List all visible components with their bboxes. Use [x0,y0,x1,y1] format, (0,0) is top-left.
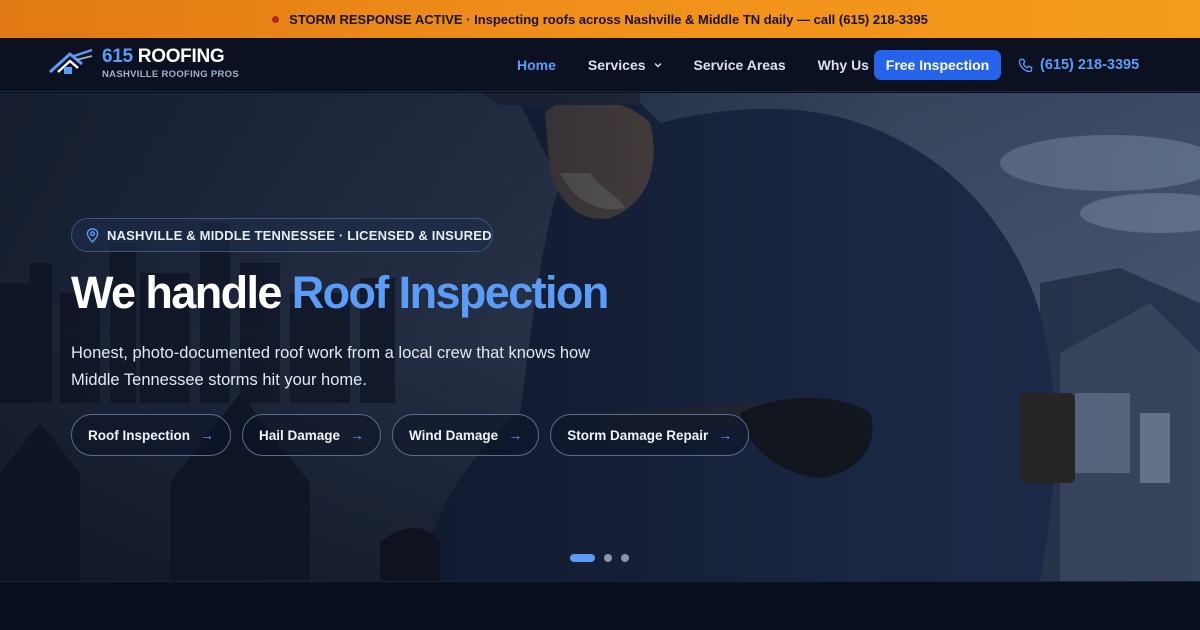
nav-item-label: Home [517,57,556,73]
carousel-dot-2[interactable] [604,554,612,562]
badge-text: NASHVILLE & MIDDLE TENNESSEE · LICENSED … [107,227,492,243]
nav-item-label: Services [587,57,646,73]
carousel-dot-3[interactable] [621,554,629,562]
main-navbar: 615 ROOFING NASHVILLE ROOFING PROS Home … [0,38,1200,92]
chip-label: Hail Damage [259,427,341,443]
storm-alert-bar: STORM RESPONSE ACTIVE · Inspecting roofs… [0,0,1200,38]
chevron-down-icon [654,63,662,68]
location-badge: NASHVILLE & MIDDLE TENNESSEE · LICENSED … [71,218,493,252]
chip-hail-damage[interactable]: Hail Damage → [242,414,382,456]
phone-icon [1018,58,1033,72]
nav-item-label: Service Areas [693,57,786,73]
roof-logo-icon [48,48,93,74]
carousel-dot-1[interactable] [570,554,595,562]
arrow-right-icon: → [350,427,365,443]
nav-item-label: Why Us [817,57,869,73]
nav-item-services[interactable]: Services [588,57,662,73]
hero-section: NASHVILLE & MIDDLE TENNESSEE · LICENSED … [0,93,1200,581]
chip-wind-damage[interactable]: Wind Damage → [392,414,540,456]
brand-tagline: NASHVILLE ROOFING PROS [102,68,239,80]
alert-dot-icon [272,15,280,23]
headline-prefix: We handle [71,267,292,318]
free-inspection-button[interactable]: Free Inspection [874,50,1001,80]
nav-item-service-areas[interactable]: Service Areas [694,57,786,73]
arrow-right-icon: → [718,427,733,443]
map-pin-icon [86,227,99,243]
arrow-right-icon: → [200,427,214,443]
brand-logo[interactable]: 615 ROOFING NASHVILLE ROOFING PROS [48,46,239,80]
chip-label: Roof Inspection [88,427,190,443]
below-hero-section [0,581,1200,630]
alert-text: STORM RESPONSE ACTIVE · Inspecting roofs… [289,11,928,27]
chip-label: Storm Damage Repair [567,427,709,443]
carousel-dots [570,554,638,562]
brand-word: ROOFING [132,45,225,67]
nav-item-home[interactable]: Home [517,57,556,73]
brand-number: 615 [102,45,133,67]
hero-headline: We handle Roof Inspection [71,265,610,321]
service-chips: Roof Inspection → Hail Damage → Wind Damag… [71,414,760,456]
brand-name: 615 ROOFING [102,45,239,67]
phone-link[interactable]: (615) 218-3395 [1018,38,1139,92]
chip-label: Wind Damage [409,427,499,443]
nav-item-why-us[interactable]: Why Us [818,57,869,73]
arrow-right-icon: → [508,427,523,443]
hero-description: Honest, photo-documented roof work from … [71,344,591,389]
chip-storm-damage-repair[interactable]: Storm Damage Repair → [550,414,750,456]
hero-overlay [0,93,1200,581]
headline-highlight: Roof Inspection [291,267,610,318]
nav-links: Home Services Service Areas Why Us [517,38,901,92]
chip-roof-inspection[interactable]: Roof Inspection → [71,414,231,456]
phone-number: (615) 218-3395 [1040,57,1140,73]
